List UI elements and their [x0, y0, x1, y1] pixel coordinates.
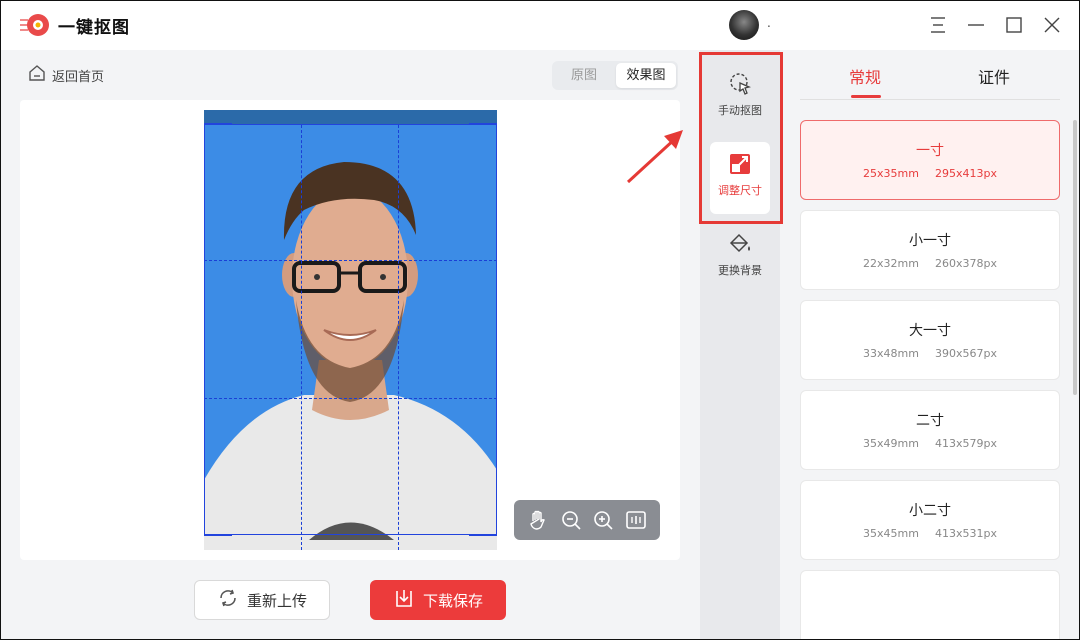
size-name: 一寸 — [916, 143, 944, 159]
zoom-in-icon[interactable] — [592, 509, 614, 531]
refresh-icon — [217, 587, 239, 613]
back-home-link[interactable]: 返回首页 — [28, 64, 104, 86]
home-icon — [28, 64, 46, 86]
annotation-arrow-icon — [626, 130, 683, 184]
title-bar: 一键抠图 . — [0, 0, 1080, 50]
minimize-icon[interactable] — [964, 13, 988, 37]
crop-corner-br[interactable] — [469, 534, 497, 536]
size-px: 295x413px — [934, 167, 997, 180]
size-px: 260x378px — [934, 257, 997, 270]
size-mm: 35x45mm — [863, 527, 919, 540]
crop-corner-tr[interactable] — [469, 123, 497, 125]
app-title: 一键抠图 — [58, 18, 130, 38]
close-icon[interactable] — [1040, 13, 1064, 37]
size-card-6[interactable] — [800, 570, 1060, 640]
crop-frame[interactable] — [204, 124, 497, 535]
tool-label: 更换背景 — [718, 264, 762, 277]
back-home-label: 返回首页 — [52, 69, 105, 85]
size-card-4[interactable]: 二寸 35x49mm 413x579px — [800, 390, 1060, 470]
size-card-2[interactable]: 小一寸 22x32mm 260x378px — [800, 210, 1060, 290]
crop-corner-bl[interactable] — [204, 534, 232, 536]
tab-regular[interactable]: 常规 — [849, 64, 881, 88]
toggle-original[interactable]: 原图 — [554, 63, 614, 88]
tab-certificate[interactable]: 证件 — [978, 64, 1010, 88]
reupload-label: 重新上传 — [246, 591, 307, 610]
size-name: 小二寸 — [909, 503, 951, 519]
size-card-3[interactable]: 大一寸 33x48mm 390x567px — [800, 300, 1060, 380]
tool-change-background[interactable]: 更换背景 — [710, 222, 770, 294]
size-name: 二寸 — [916, 413, 944, 429]
view-toggle: 原图 效果图 — [552, 61, 678, 90]
hand-icon[interactable] — [527, 509, 549, 531]
size-list-scrollbar[interactable] — [1073, 120, 1077, 395]
maximize-icon[interactable] — [1002, 13, 1026, 37]
tab-divider — [800, 99, 1060, 100]
download-save-label: 下载保存 — [422, 591, 483, 610]
download-icon — [393, 587, 415, 613]
size-px: 413x531px — [934, 527, 997, 540]
size-card-1[interactable]: 一寸 25x35mm 295x413px — [800, 120, 1060, 200]
user-name[interactable]: . — [767, 16, 771, 30]
size-mm: 25x35mm — [863, 167, 919, 180]
size-panel: 常规 证件 一寸 25x35mm 295x413px 小一寸 22x32mm 260… — [780, 50, 1080, 640]
size-mm: 33x48mm — [863, 347, 919, 360]
size-mm: 35x49mm — [863, 437, 919, 450]
size-px: 390x567px — [934, 347, 997, 360]
size-px: 413x579px — [934, 437, 997, 450]
tab-active-indicator — [851, 95, 881, 98]
app-logo-icon — [20, 13, 50, 37]
size-mm: 22x32mm — [863, 257, 919, 270]
avatar[interactable] — [729, 10, 759, 40]
annotation-highlight-box — [699, 52, 783, 224]
fit-icon[interactable] — [625, 509, 647, 531]
reupload-button[interactable]: 重新上传 — [194, 580, 330, 620]
menu-icon[interactable] — [926, 13, 950, 37]
zoom-toolbar — [514, 500, 660, 540]
size-name: 小一寸 — [909, 233, 951, 249]
crop-corner-tl[interactable] — [204, 123, 232, 125]
download-save-button[interactable]: 下载保存 — [370, 580, 506, 620]
paint-bucket-icon — [726, 230, 754, 258]
toggle-effect[interactable]: 效果图 — [616, 63, 676, 88]
size-name: 大一寸 — [909, 323, 951, 339]
size-list: 一寸 25x35mm 295x413px 小一寸 22x32mm 260x378px… — [800, 120, 1060, 640]
size-card-5[interactable]: 小二寸 35x45mm 413x531px — [800, 480, 1060, 560]
zoom-out-icon[interactable] — [560, 509, 582, 531]
